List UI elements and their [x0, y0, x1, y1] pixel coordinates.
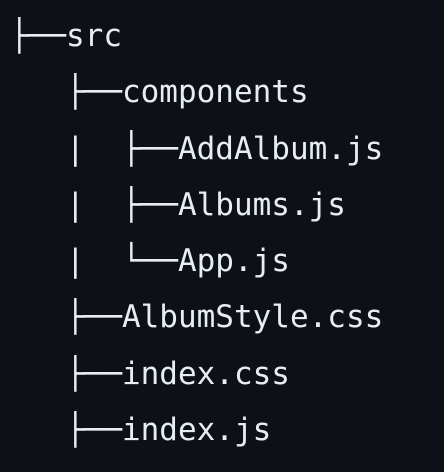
tree-line-index-css: ├──index.css: [10, 356, 290, 392]
file-tree: ├──src ├──components | ├──AddAlbum.js | …: [0, 0, 444, 472]
tree-line-app: | └──App.js: [10, 243, 290, 279]
tree-line-albums: | ├──Albums.js: [10, 187, 346, 223]
tree-line-index-js: ├──index.js: [10, 412, 272, 448]
tree-line-components: ├──components: [10, 74, 309, 110]
tree-line-albumstyle: ├──AlbumStyle.css: [10, 299, 384, 335]
tree-line-src: ├──src: [10, 18, 122, 54]
tree-line-addalbum: | ├──AddAlbum.js: [10, 131, 384, 167]
